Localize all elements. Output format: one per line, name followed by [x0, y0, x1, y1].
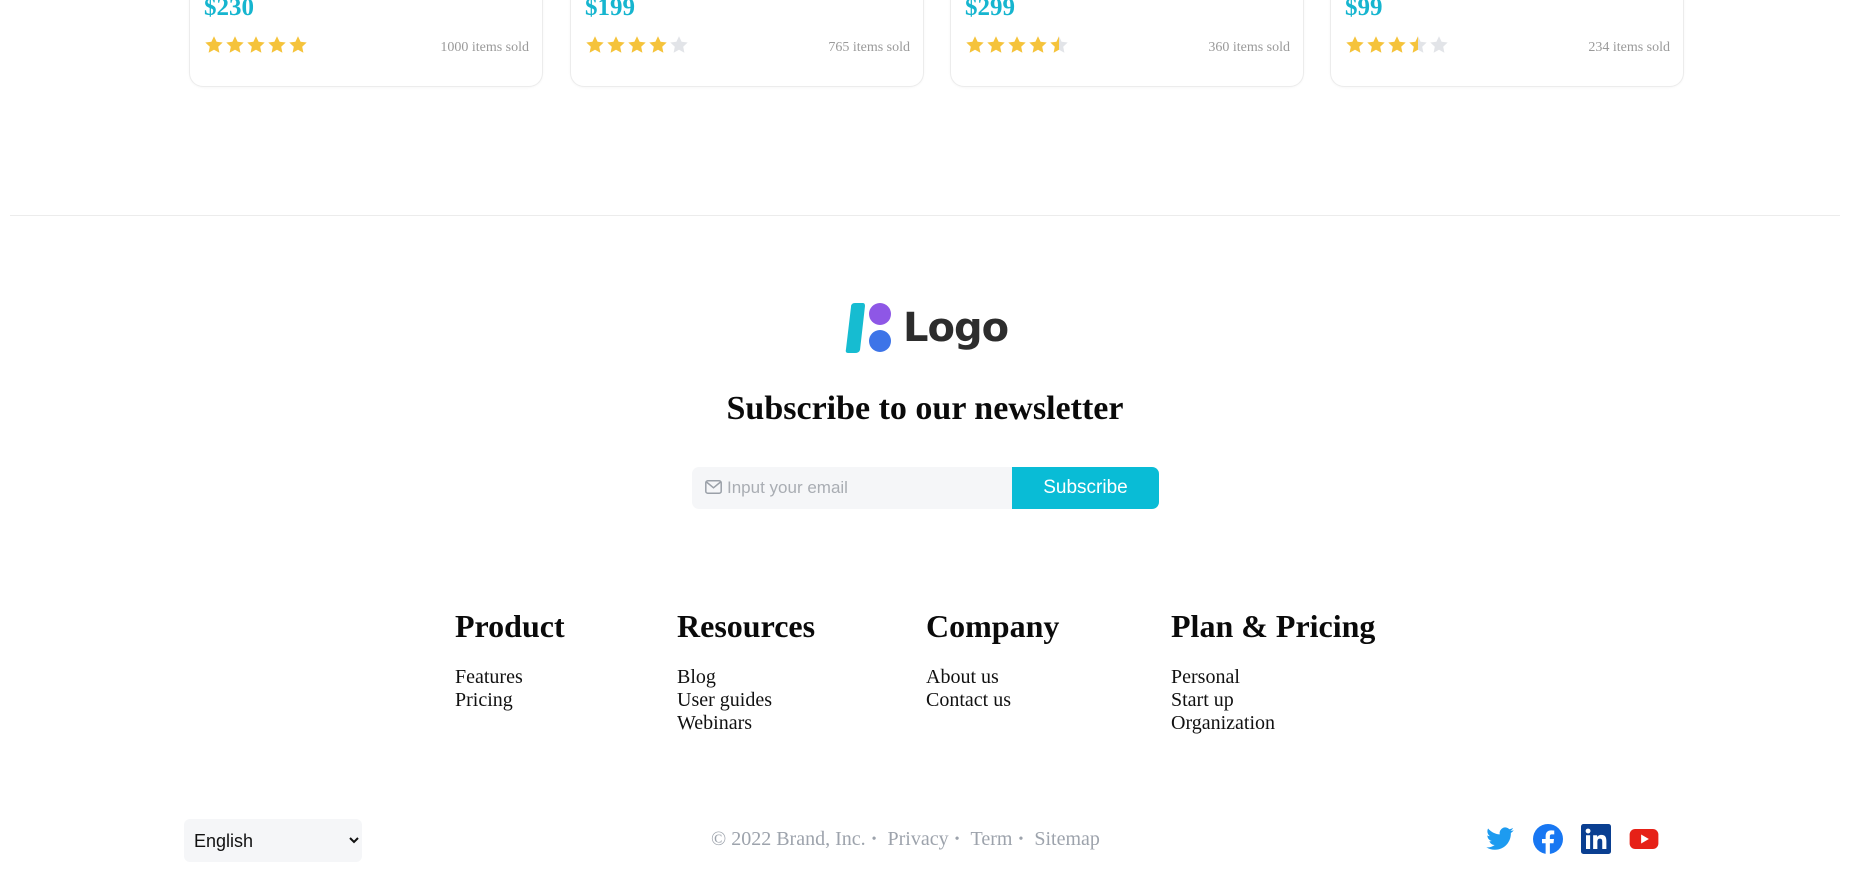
footer-link[interactable]: Features — [455, 666, 565, 689]
separator-dot: • — [871, 831, 877, 847]
star-filled-icon — [987, 36, 1005, 53]
facebook-icon[interactable] — [1533, 824, 1563, 854]
footer-column-heading: Resources — [677, 608, 816, 644]
language-select[interactable]: English — [184, 819, 362, 862]
rating-stars — [585, 35, 689, 55]
footer-link[interactable]: Contact us — [926, 689, 1059, 712]
items-sold: 765 items sold — [828, 40, 910, 55]
rating-stars — [965, 35, 1069, 55]
items-sold: 360 items sold — [1208, 40, 1290, 55]
footer-column-company: Company About us Contact us — [926, 608, 1060, 712]
footer-link[interactable]: Webinars — [677, 712, 815, 735]
privacy-link[interactable]: Privacy — [888, 828, 949, 851]
product-card[interactable]: $199 765 items sold — [570, 0, 924, 87]
footer-column-plan-pricing: Plan & Pricing Personal Start up Organiz… — [1171, 608, 1376, 735]
footer-column-heading: Product — [455, 608, 565, 644]
footer-column-product: Product Features Pricing — [455, 608, 565, 712]
star-filled-icon — [649, 36, 667, 53]
items-sold: 234 items sold — [1588, 40, 1670, 55]
linkedin-icon[interactable] — [1581, 824, 1611, 854]
star-empty-icon — [1430, 36, 1448, 53]
star-half-icon — [1050, 36, 1068, 53]
logo-mark-icon — [845, 303, 891, 353]
star-filled-icon — [1029, 36, 1047, 53]
star-filled-icon — [268, 36, 286, 53]
twitter-icon[interactable] — [1485, 824, 1515, 854]
section-divider — [10, 215, 1840, 216]
product-card-strip: $230 1000 items sold $199 765 items sold… — [189, 0, 1684, 87]
footer-link[interactable]: Start up — [1171, 689, 1375, 712]
youtube-icon[interactable] — [1629, 824, 1659, 854]
star-filled-icon — [205, 36, 223, 53]
rating-stars — [204, 35, 308, 55]
newsletter-title: Subscribe to our newsletter — [726, 390, 1124, 427]
envelope-icon — [705, 480, 722, 494]
logo-text: Logo — [903, 305, 1009, 351]
copyright-text: © 2022 Brand, Inc. — [711, 828, 866, 850]
rating-stars — [1345, 35, 1449, 55]
star-filled-icon — [247, 36, 265, 53]
star-filled-icon — [966, 36, 984, 53]
footer-link[interactable]: Pricing — [455, 689, 565, 712]
star-filled-icon — [1008, 36, 1026, 53]
product-card[interactable]: $230 1000 items sold — [189, 0, 543, 87]
newsletter-form: Subscribe — [692, 467, 1159, 509]
footer-link[interactable]: Blog — [677, 666, 815, 689]
legal-links: © 2022 Brand, Inc. • Privacy • Term • Si… — [711, 828, 1100, 851]
star-filled-icon — [586, 36, 604, 53]
product-price: $230 — [204, 0, 254, 21]
product-price: $99 — [1345, 0, 1383, 21]
footer-column-heading: Company — [926, 608, 1060, 644]
product-price: $199 — [585, 0, 635, 21]
product-price: $299 — [965, 0, 1015, 21]
sitemap-link[interactable]: Sitemap — [1034, 828, 1100, 851]
star-empty-icon — [670, 36, 688, 53]
social-links — [1485, 824, 1659, 854]
term-link[interactable]: Term — [971, 828, 1013, 851]
star-filled-icon — [1388, 36, 1406, 53]
star-filled-icon — [607, 36, 625, 53]
email-field[interactable] — [692, 467, 1012, 509]
footer-link[interactable]: About us — [926, 666, 1059, 689]
footer-link[interactable]: Personal — [1171, 666, 1375, 689]
star-filled-icon — [289, 36, 307, 53]
star-half-icon — [1409, 36, 1427, 53]
brand-logo[interactable]: Logo — [845, 300, 1009, 356]
separator-dot: • — [954, 831, 960, 847]
star-filled-icon — [628, 36, 646, 53]
footer-column-resources: Resources Blog User guides Webinars — [677, 608, 816, 735]
footer-column-heading: Plan & Pricing — [1171, 608, 1376, 644]
items-sold: 1000 items sold — [440, 40, 529, 55]
star-filled-icon — [1367, 36, 1385, 53]
footer-link[interactable]: User guides — [677, 689, 815, 712]
star-filled-icon — [226, 36, 244, 53]
footer-link[interactable]: Organization — [1171, 712, 1375, 735]
product-card[interactable]: $99 234 items sold — [1330, 0, 1684, 87]
email-input[interactable] — [727, 467, 1007, 509]
star-filled-icon — [1346, 36, 1364, 53]
product-card[interactable]: $299 360 items sold — [950, 0, 1304, 87]
subscribe-button[interactable]: Subscribe — [1012, 467, 1159, 509]
separator-dot: • — [1018, 831, 1024, 847]
